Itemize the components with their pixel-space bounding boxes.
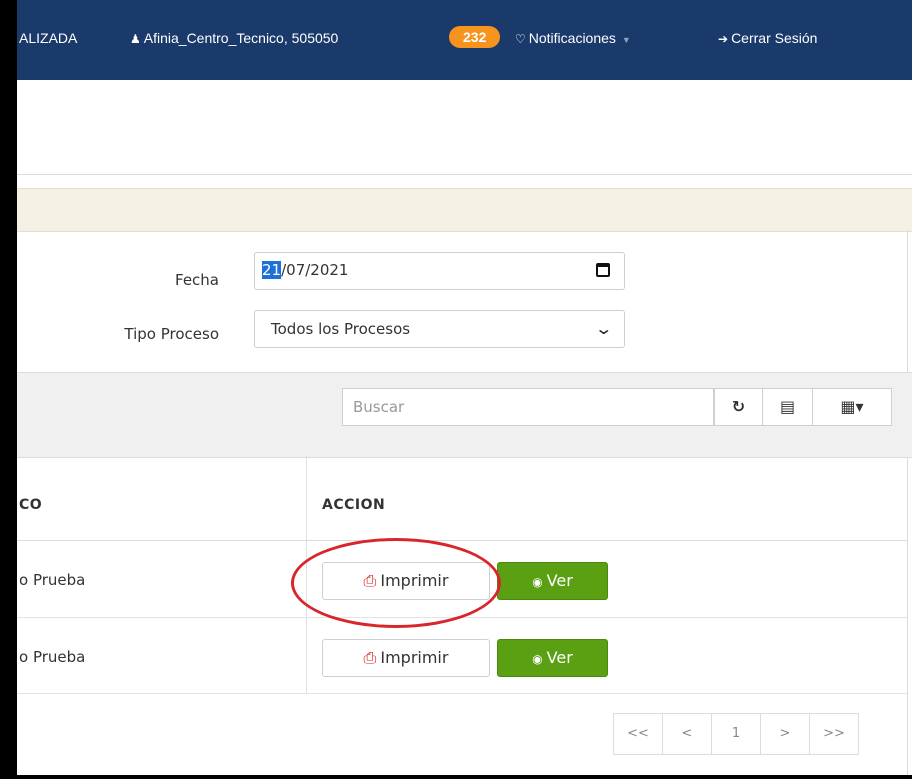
table-toolbar: ↻ ▤ ▦▾	[17, 372, 912, 458]
list-view-icon: ▤	[779, 397, 796, 416]
view-button[interactable]: ◉ Ver	[497, 562, 608, 600]
eye-icon: ◉	[532, 652, 543, 666]
divider	[17, 174, 912, 175]
page-1-button[interactable]: 1	[711, 713, 761, 755]
last-page-button[interactable]: >>	[809, 713, 859, 755]
app-frame: ALIZADA ♟ Afinia_Centro_Tecnico, 505050 2…	[17, 0, 912, 775]
tipo-proceso-value: Todos los Procesos	[271, 320, 411, 338]
user-name: Afinia_Centro_Tecnico, 505050	[143, 30, 339, 46]
user-icon: ♟	[130, 32, 141, 46]
bell-icon: ♡	[515, 32, 526, 46]
print-button[interactable]: ⎙ Imprimir	[322, 639, 490, 677]
printer-icon: ⎙	[363, 571, 377, 590]
logout-label: Cerrar Sesión	[731, 30, 818, 46]
print-button[interactable]: ⎙ Imprimir	[322, 562, 490, 600]
sign-out-icon: ➔	[718, 32, 729, 46]
chevron-down-icon: ⌄	[593, 319, 613, 338]
caret-down-icon: ▼	[621, 35, 631, 45]
notifications-label: Notificaciones	[528, 30, 616, 46]
printer-icon: ⎙	[363, 648, 377, 667]
column-header-accion[interactable]: ACCION	[322, 497, 385, 513]
row-divider	[17, 617, 907, 618]
first-page-button[interactable]: <<	[613, 713, 663, 755]
column-header-centro[interactable]: CO	[19, 497, 42, 513]
status-text: ALIZADA	[19, 30, 78, 46]
pagination: << < 1 > >>	[613, 713, 859, 755]
view-button[interactable]: ◉ Ver	[497, 639, 608, 677]
row-divider	[17, 693, 907, 694]
row-name: o Prueba	[19, 648, 86, 666]
panel-header	[17, 188, 912, 232]
fecha-date-input[interactable]: 21/07/2021	[254, 252, 625, 290]
header-divider	[17, 540, 907, 541]
logout-link[interactable]: ➔ Cerrar Sesión	[718, 30, 817, 46]
notifications-menu[interactable]: ♡ Notificaciones ▼	[515, 30, 631, 46]
search-input[interactable]	[342, 388, 714, 426]
prev-page-button[interactable]: <	[662, 713, 712, 755]
toggle-view-button[interactable]: ▤	[762, 388, 813, 426]
row-name: o Prueba	[19, 571, 86, 589]
column-divider	[306, 456, 307, 693]
columns-dropdown-button[interactable]: ▦▾	[812, 388, 892, 426]
refresh-icon: ↻	[731, 397, 746, 416]
user-menu[interactable]: ♟ Afinia_Centro_Tecnico, 505050	[130, 30, 338, 46]
next-page-button[interactable]: >	[760, 713, 810, 755]
calendar-icon[interactable]	[596, 263, 610, 277]
top-navbar: ALIZADA ♟ Afinia_Centro_Tecnico, 505050 2…	[17, 0, 912, 80]
panel-border	[907, 230, 908, 775]
eye-icon: ◉	[532, 575, 543, 589]
notification-count-badge[interactable]: 232	[449, 26, 501, 48]
tipo-proceso-label: Tipo Proceso	[124, 325, 219, 343]
grid-icon: ▦▾	[840, 397, 864, 416]
tipo-proceso-select[interactable]: Todos los Procesos ⌄	[254, 310, 625, 348]
refresh-button[interactable]: ↻	[714, 388, 763, 426]
date-value: 21/07/2021	[262, 261, 349, 279]
fecha-label: Fecha	[175, 271, 219, 289]
